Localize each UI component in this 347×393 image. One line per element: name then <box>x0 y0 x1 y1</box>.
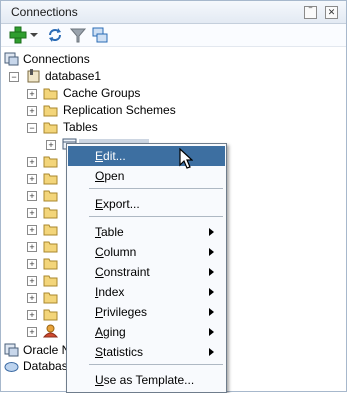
submenu-arrow-icon <box>209 228 214 236</box>
mnemonic: U <box>95 373 104 387</box>
mnemonic: C <box>95 265 104 279</box>
folder-icon <box>43 105 58 117</box>
chevron-down-icon[interactable] <box>29 26 39 44</box>
submenu-arrow-icon <box>209 268 214 276</box>
submenu-arrow-icon <box>209 328 214 336</box>
expand-icon[interactable]: + <box>27 208 37 218</box>
menu-label: dit... <box>103 149 126 163</box>
folder-open-icon <box>43 122 58 134</box>
menu-item-privileges[interactable]: Privileges <box>68 302 225 322</box>
mnemonic: E <box>95 149 104 163</box>
tree-label: database1 <box>45 69 102 83</box>
expand-icon[interactable]: + <box>27 259 37 269</box>
panel-title: Connections <box>11 5 78 19</box>
folder-icon <box>43 292 58 304</box>
menu-item-statistics[interactable]: Statistics <box>68 342 225 362</box>
expand-icon[interactable]: + <box>27 242 37 252</box>
menu-item-use-as-template[interactable]: Use as Template... <box>68 370 225 390</box>
tree-label: Databas <box>23 359 68 373</box>
minimize-icon[interactable]: ‾ <box>304 6 317 19</box>
menu-label: tatistics <box>103 345 144 359</box>
submenu-arrow-icon <box>209 248 214 256</box>
folder-icon <box>43 207 58 219</box>
collapse-icon[interactable]: − <box>27 123 37 133</box>
folder-icon <box>43 258 58 270</box>
menu-separator <box>89 188 223 189</box>
submenu-arrow-icon <box>209 288 214 296</box>
folder-icon <box>43 190 58 202</box>
menu-item-index[interactable]: Index <box>68 282 225 302</box>
expand-icon[interactable]: + <box>27 310 37 320</box>
menu-separator <box>89 216 223 217</box>
expand-icon[interactable]: + <box>27 157 37 167</box>
expand-icon[interactable]: + <box>27 293 37 303</box>
tree-label: Cache Groups <box>63 86 141 100</box>
panel-titlebar: Connections ‾ ✕ <box>1 1 346 24</box>
collapse-icon[interactable]: − <box>9 72 19 82</box>
folder-icon <box>43 173 58 185</box>
menu-item-export[interactable]: Export... <box>68 194 225 214</box>
menu-item-constraint[interactable]: Constraint <box>68 262 225 282</box>
menu-label: xport... <box>103 197 140 211</box>
mnemonic: O <box>95 169 105 183</box>
expand-icon[interactable]: + <box>27 89 37 99</box>
menu-label: ging <box>103 325 126 339</box>
tree-label: Connections <box>23 52 90 66</box>
mnemonic: C <box>95 245 104 259</box>
expand-icon[interactable]: + <box>46 140 56 150</box>
menu-label: olumn <box>103 245 137 259</box>
mnemonic: E <box>95 197 104 211</box>
schema-browser-icon[interactable] <box>91 26 109 44</box>
menu-label: rivileges <box>103 305 148 319</box>
menu-label: pen <box>104 169 125 183</box>
menu-item-aging[interactable]: Aging <box>68 322 225 342</box>
folder-icon <box>43 156 58 168</box>
folder-icon <box>43 309 58 321</box>
close-icon[interactable]: ✕ <box>325 6 338 19</box>
menu-label: onstraint <box>103 265 150 279</box>
menu-item-table[interactable]: Table <box>68 222 225 242</box>
connections-icon <box>4 343 19 357</box>
expand-icon[interactable]: + <box>27 174 37 184</box>
context-menu: Edit... Open Export... Table Column Cons… <box>66 143 227 393</box>
submenu-arrow-icon <box>209 348 214 356</box>
menu-label: ndex <box>98 285 125 299</box>
folder-icon <box>43 224 58 236</box>
tree-label: Tables <box>63 120 98 134</box>
menu-separator <box>89 364 223 365</box>
expand-icon[interactable]: + <box>27 106 37 116</box>
connections-icon <box>4 52 19 66</box>
refresh-icon[interactable] <box>46 26 64 44</box>
menu-item-edit[interactable]: Edit... <box>68 146 225 166</box>
menu-item-open[interactable]: Open <box>68 166 225 186</box>
user-icon <box>43 324 58 338</box>
menu-item-column[interactable]: Column <box>68 242 225 262</box>
toolbar <box>1 24 346 47</box>
folder-icon <box>43 241 58 253</box>
cloud-database-icon <box>4 362 19 372</box>
filter-icon[interactable] <box>69 26 87 44</box>
mnemonic: A <box>95 325 104 339</box>
folder-icon <box>43 275 58 287</box>
database-icon <box>27 69 40 83</box>
mnemonic: P <box>95 305 104 319</box>
menu-label: able <box>101 225 124 239</box>
menu-label: se as Template... <box>103 373 195 387</box>
expand-icon[interactable]: + <box>27 225 37 235</box>
mouse-cursor-icon <box>179 148 193 169</box>
submenu-arrow-icon <box>209 308 214 316</box>
folder-icon <box>43 88 58 100</box>
add-icon[interactable] <box>9 26 27 44</box>
tree-label: Replication Schemes <box>63 103 176 117</box>
expand-icon[interactable]: + <box>27 191 37 201</box>
expand-icon[interactable]: + <box>27 327 37 337</box>
expand-icon[interactable]: + <box>27 276 37 286</box>
mnemonic: S <box>95 345 104 359</box>
